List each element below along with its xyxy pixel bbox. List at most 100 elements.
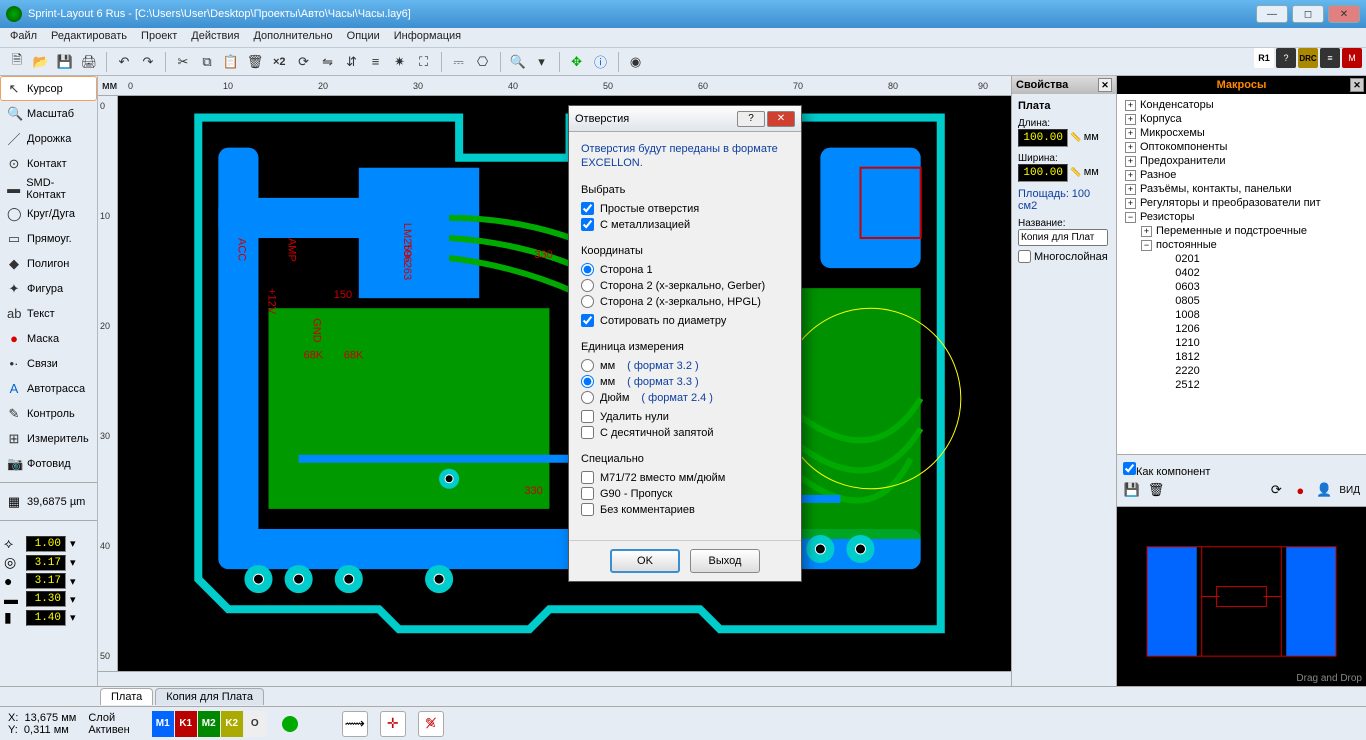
exit-button[interactable]: Выход (690, 549, 760, 573)
menu-project[interactable]: Проект (141, 30, 177, 45)
dialog-close-button[interactable]: ✕ (767, 111, 795, 127)
duplicate-icon[interactable]: ×2 (268, 51, 291, 73)
dialog-help-button[interactable]: ? (737, 111, 765, 127)
save-icon[interactable]: 💾 (54, 51, 76, 73)
layer-k1[interactable]: K1 (175, 711, 197, 737)
layer-м2[interactable]: М2 (198, 711, 220, 737)
length-input[interactable]: 100.00 (1018, 129, 1068, 147)
cut-icon[interactable]: ✂ (172, 51, 194, 73)
paste-icon[interactable]: 📋 (220, 51, 242, 73)
tree-node[interactable]: 1210 (1121, 336, 1362, 350)
decimal-comma-checkbox[interactable]: С десятичной запятой (581, 426, 789, 439)
tree-node[interactable]: 0805 (1121, 294, 1362, 308)
new-icon[interactable]: 🗎 (6, 51, 28, 73)
tree-node[interactable]: +Разное (1121, 168, 1362, 182)
tree-node[interactable]: 2220 (1121, 364, 1362, 378)
minimize-button[interactable]: — (1256, 5, 1288, 23)
layer-m1[interactable]: M1 (152, 711, 174, 737)
tree-node[interactable]: +Микросхемы (1121, 126, 1362, 140)
zoom-icon[interactable]: 🔍 (507, 51, 529, 73)
rotate-icon[interactable]: ⟳ (293, 51, 315, 73)
tool-smd-контакт[interactable]: ▬SMD-Контакт (0, 176, 97, 201)
tool-курсор[interactable]: ↖Курсор (0, 76, 97, 101)
dialog-titlebar[interactable]: Отверстия ? ✕ (569, 106, 801, 132)
menu-options[interactable]: Опции (347, 30, 380, 45)
help-icon[interactable]: ? (1276, 48, 1296, 68)
tab-board[interactable]: Плата (100, 688, 153, 705)
plated-holes-checkbox[interactable]: С металлизацией (581, 218, 789, 231)
scanned-icon[interactable]: ◉ (625, 51, 647, 73)
tool-контроль[interactable]: ✎Контроль (0, 401, 97, 426)
grid-setting[interactable]: ▦39,6875 µm (0, 489, 97, 514)
layer-k2[interactable]: K2 (221, 711, 243, 737)
h-scrollbar[interactable] (98, 671, 1011, 686)
align-icon[interactable]: ≡ (365, 51, 387, 73)
tree-node[interactable]: +Конденсаторы (1121, 98, 1362, 112)
crosshair-icon[interactable]: ✛ (380, 711, 406, 737)
r1-button[interactable]: R1 (1254, 48, 1274, 68)
menu-info[interactable]: Информация (394, 30, 461, 45)
transparency-icon[interactable]: ✥ (566, 51, 588, 73)
sort-diameter-checkbox[interactable]: Сотировать по диаметру (581, 314, 789, 327)
macros-tree[interactable]: +Конденсаторы+Корпуса+Микросхемы+Оптоком… (1117, 94, 1366, 454)
active-layer-indicator[interactable] (282, 716, 298, 732)
tool-контакт[interactable]: ⊙Контакт (0, 151, 97, 176)
maximize-button[interactable]: ◻ (1292, 5, 1324, 23)
board-name-input[interactable] (1018, 229, 1108, 246)
record-icon[interactable]: ● (1291, 481, 1309, 499)
as-component-checkbox[interactable]: Как компонент (1123, 462, 1210, 478)
menu-edit[interactable]: Редактировать (51, 30, 127, 45)
layer-o[interactable]: O (244, 711, 266, 737)
simple-holes-checkbox[interactable]: Простые отверстия (581, 202, 789, 215)
width-input[interactable]: 100.00 (1018, 164, 1068, 182)
undo-icon[interactable]: ↶ (113, 51, 135, 73)
connections-toggle-icon[interactable]: ⟿ (342, 711, 368, 737)
unit-inch-radio[interactable]: Дюйм( формат 2.4 ) (581, 391, 789, 404)
tree-node[interactable]: 1812 (1121, 350, 1362, 364)
snap-icon[interactable]: ✷ (389, 51, 411, 73)
print-icon[interactable]: 🖨 (78, 51, 100, 73)
tool-маска[interactable]: ●Маска (0, 326, 97, 351)
menu-actions[interactable]: Действия (191, 30, 239, 45)
macros-icon[interactable]: M (1342, 48, 1362, 68)
mirror-h-icon[interactable]: ⇋ (317, 51, 339, 73)
tool-текст[interactable]: abТекст (0, 301, 97, 326)
info-icon[interactable]: ⓘ (590, 51, 612, 73)
tree-node[interactable]: 1008 (1121, 308, 1362, 322)
tool-масштаб[interactable]: 🔍Масштаб (0, 101, 97, 126)
tree-node[interactable]: +Предохранители (1121, 154, 1362, 168)
side2-gerber-radio[interactable]: Сторона 2 (x-зеркально, Gerber) (581, 279, 789, 292)
tool-круг/дуга[interactable]: ◯Круг/Дуга (0, 201, 97, 226)
connections-icon[interactable]: ⎓ (448, 51, 470, 73)
tree-node[interactable]: 0402 (1121, 266, 1362, 280)
auto-icon[interactable]: ⎔ (472, 51, 494, 73)
group-icon[interactable]: ⛶ (413, 51, 435, 73)
side1-radio[interactable]: Сторона 1 (581, 263, 789, 276)
redo-icon[interactable]: ↷ (137, 51, 159, 73)
m71-checkbox[interactable]: M71/72 вместо мм/дюйм (581, 471, 789, 484)
tool-полигон[interactable]: ◆Полигон (0, 251, 97, 276)
tree-node[interactable]: 0603 (1121, 280, 1362, 294)
ok-button[interactable]: OK (610, 549, 680, 573)
param-smd-h[interactable]: ▮1.40▾ (4, 609, 93, 626)
delete-icon[interactable]: 🗑 (244, 51, 266, 73)
tree-node[interactable]: 0201 (1121, 252, 1362, 266)
pcb-canvas[interactable]: +12V LM2596 TO-263 150 GND 68K 68K ACC A… (118, 96, 1011, 671)
tree-node[interactable]: −постоянные (1121, 238, 1362, 252)
tool-дорожка[interactable]: ／Дорожка (0, 126, 97, 151)
open-icon[interactable]: 📂 (30, 51, 52, 73)
mirror-v-icon[interactable]: ⇵ (341, 51, 363, 73)
props-icon[interactable]: ≡ (1320, 48, 1340, 68)
tree-node[interactable]: 2512 (1121, 378, 1362, 392)
tree-node[interactable]: +Переменные и подстроечные (1121, 224, 1362, 238)
side2-hpgl-radio[interactable]: Сторона 2 (x-зеркально, HPGL) (581, 295, 789, 308)
view-icon[interactable]: 👤 (1315, 481, 1333, 499)
save-macro-icon[interactable]: 💾 (1123, 481, 1141, 499)
reload-icon[interactable]: ⟳ (1267, 481, 1285, 499)
close-icon[interactable]: ✕ (1350, 78, 1364, 92)
unit-mm33-radio[interactable]: мм( формат 3.3 ) (581, 375, 789, 388)
copy-icon[interactable]: ⧉ (196, 51, 218, 73)
param-pad-outer[interactable]: ◎3.17▾ (4, 554, 93, 571)
param-smd-w[interactable]: ▬1.30▾ (4, 591, 93, 607)
unit-mm32-radio[interactable]: мм( формат 3.2 ) (581, 359, 789, 372)
